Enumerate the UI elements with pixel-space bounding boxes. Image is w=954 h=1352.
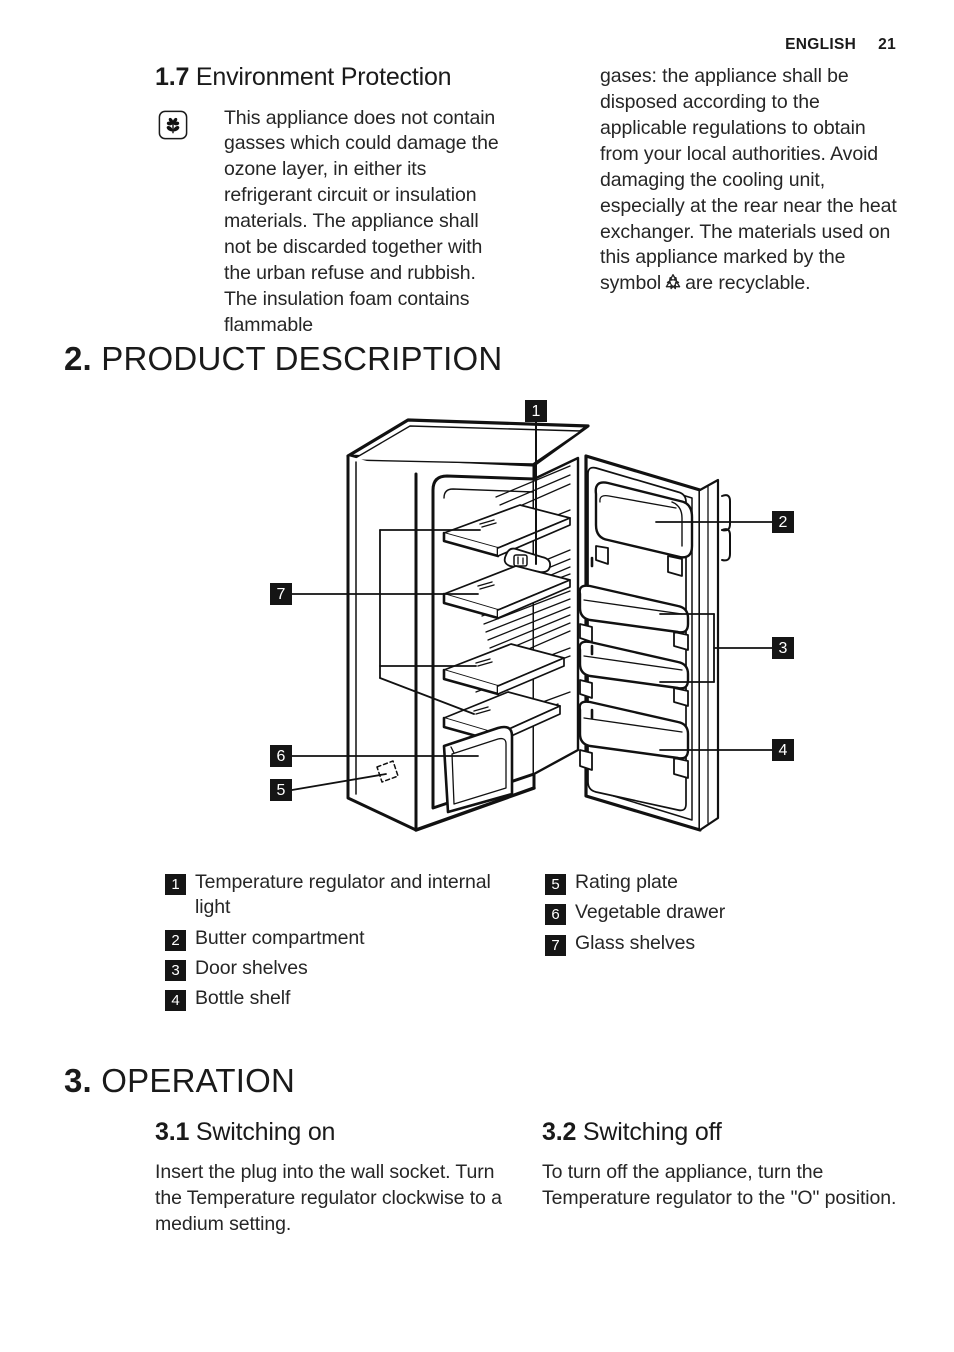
callout-badge-1: 1: [525, 400, 547, 422]
section-3-1-number: 3.1: [155, 1118, 190, 1146]
section-1-7-number: 1.7: [155, 63, 190, 91]
callout-badge-2: 2: [772, 511, 794, 533]
chapter-3-heading: 3. OPERATION: [64, 1062, 295, 1100]
callout-badge-7: 7: [270, 583, 292, 605]
section-3-2-number: 3.2: [542, 1118, 577, 1146]
legend-item: 5 Rating plate: [545, 870, 885, 895]
section-3-2-text: To turn off the appliance, turn the Temp…: [542, 1161, 897, 1209]
flower-eco-icon: [158, 110, 188, 140]
legend-label: Rating plate: [575, 871, 678, 893]
svg-text:2: 2: [779, 514, 788, 531]
legend-item: 4 Bottle shelf: [165, 986, 515, 1012]
section-1-7-right-text-after: are recyclable.: [685, 272, 811, 295]
section-3-2-column: 3.2 Switching off To turn off the applia…: [542, 1118, 902, 1212]
section-1-7-title: Environment Protection: [195, 63, 452, 91]
legend-label: Butter compartment: [195, 926, 365, 949]
legend-item: 1 Temperature regulator and internal lig…: [165, 870, 515, 921]
legend-column-left: 1 Temperature regulator and internal lig…: [165, 870, 515, 1017]
section-3-1-text: Insert the plug into the wall socket. Tu…: [155, 1161, 502, 1235]
legend-badge: 7: [545, 934, 566, 956]
legend-label: Temperature regulator and internal light: [195, 871, 491, 919]
chapter-2-number: 2.: [64, 340, 92, 377]
callout-badge-4: 4: [772, 739, 794, 761]
legend-badge: 5: [545, 874, 566, 895]
svg-text:1: 1: [532, 403, 541, 420]
svg-text:5: 5: [277, 782, 286, 799]
svg-text:6: 6: [277, 748, 286, 765]
section-3-2-heading: 3.2 Switching off: [542, 1118, 902, 1147]
section-1-7-right-text-before: gases: the appliance shall be disposed a…: [600, 65, 897, 295]
svg-text:7: 7: [277, 586, 286, 603]
legend-label: Door shelves: [195, 957, 308, 980]
section-1-7-right-text: gases: the appliance shall be disposed a…: [600, 64, 900, 297]
callout-badge-3: 3: [772, 637, 794, 659]
callout-badge-5: 5: [270, 779, 292, 801]
section-3-1-title: Switching on: [195, 1118, 336, 1146]
legend-badge: 1: [165, 874, 186, 895]
legend-badge: 6: [545, 904, 566, 926]
legend-badge: 4: [165, 990, 186, 1012]
header-page-number: 21: [878, 36, 896, 53]
chapter-3-number: 3.: [64, 1062, 92, 1099]
section-3-1-heading: 3.1 Switching on: [155, 1118, 505, 1147]
legend-item: 6 Vegetable drawer: [545, 900, 885, 926]
chapter-2-title: PRODUCT DESCRIPTION: [101, 340, 503, 377]
legend-label: Vegetable drawer: [575, 901, 726, 924]
recycling-icon: [663, 272, 683, 292]
running-header: ENGLISH 21: [785, 36, 896, 54]
document-page: ENGLISH 21 1.7 Environment Protection Th…: [0, 0, 954, 1352]
chapter-2-heading: 2. PRODUCT DESCRIPTION: [64, 340, 502, 378]
header-language: ENGLISH: [785, 36, 857, 53]
legend-item: 7 Glass shelves: [545, 931, 885, 956]
section-1-7-continuation-column: gases: the appliance shall be disposed a…: [600, 64, 900, 297]
section-1-7-heading: 1.7 Environment Protection: [155, 63, 505, 92]
chapter-3-title: OPERATION: [101, 1062, 296, 1099]
diagram-legend: 1 Temperature regulator and internal lig…: [0, 870, 954, 1020]
legend-label: Bottle shelf: [195, 987, 291, 1010]
legend-label: Glass shelves: [575, 931, 696, 954]
section-3-2-title: Switching off: [582, 1118, 722, 1146]
section-1-7-column: 1.7 Environment Protection This applianc…: [155, 63, 505, 339]
legend-column-right: 5 Rating plate 6 Vegetable drawer 7 Glas…: [545, 870, 885, 961]
legend-badge: 2: [165, 929, 186, 951]
legend-item: 3 Door shelves: [165, 956, 515, 982]
svg-text:3: 3: [779, 640, 788, 657]
legend-item: 2 Butter compartment: [165, 926, 515, 951]
callout-badge-6: 6: [270, 745, 292, 767]
refrigerator-cutaway-diagram: 1 2 3 4 5 6 7: [248, 398, 808, 848]
section-1-7-body: This appliance does not contain gasses w…: [155, 106, 505, 339]
legend-badge: 3: [165, 960, 186, 982]
section-1-7-left-text: This appliance does not contain gasses w…: [224, 106, 499, 336]
section-3-1-column: 3.1 Switching on Insert the plug into th…: [155, 1118, 505, 1238]
svg-text:4: 4: [779, 742, 788, 759]
